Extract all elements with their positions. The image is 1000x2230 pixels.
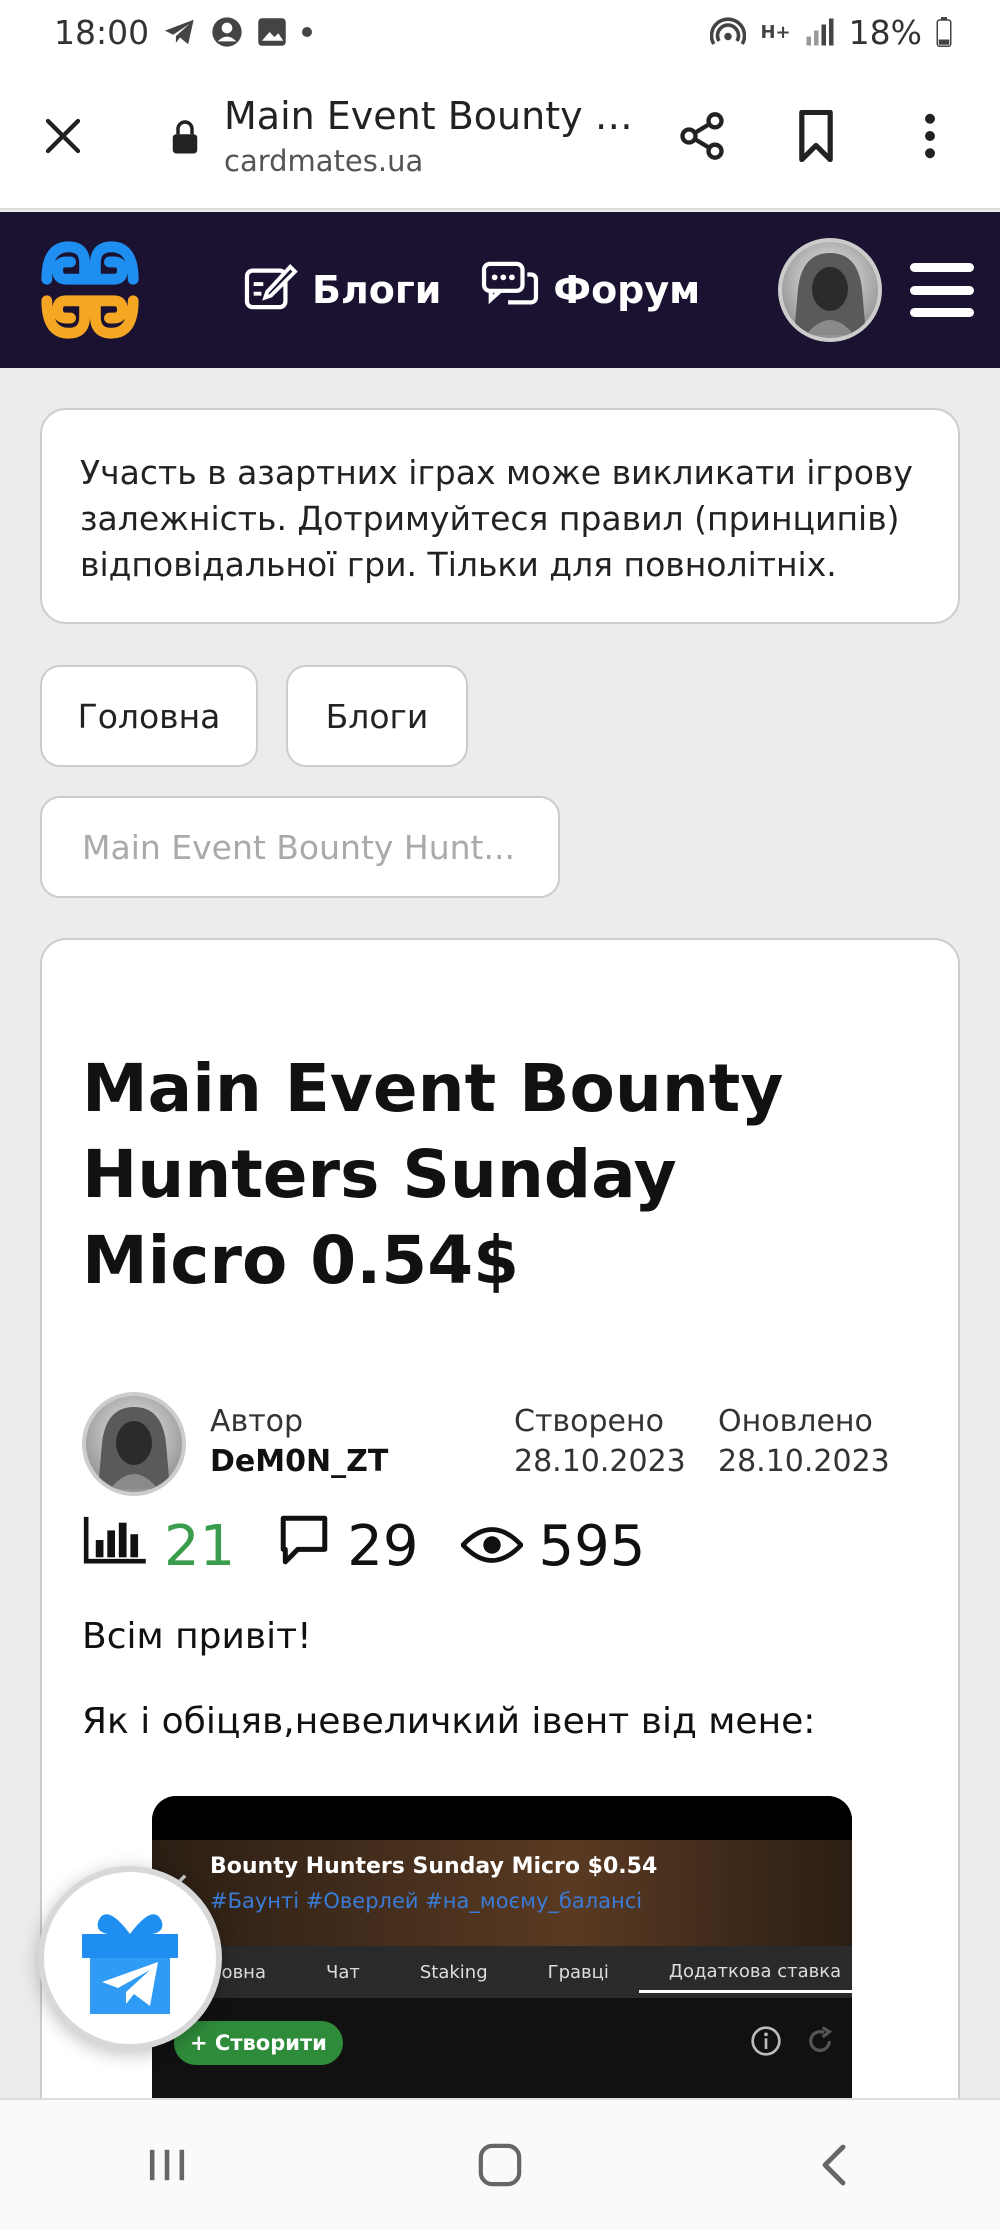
article-title: Main Event Bounty Hunters Sunday Micro 0… <box>82 1050 784 1299</box>
embed-tab-active: Додаткова ставка <box>638 1961 852 1993</box>
embed-tab: Чат <box>325 1961 360 1983</box>
comments-count: 29 <box>347 1513 419 1579</box>
recent-apps-icon[interactable] <box>127 2125 207 2205</box>
updated-label: Оновлено <box>718 1404 873 1439</box>
bookmark-icon[interactable] <box>786 106 846 166</box>
article-meta: Автор DeM0N_ZT Створено 28.10.2023 Оновл… <box>82 1392 918 1496</box>
dot-icon <box>301 26 313 38</box>
created-date: 28.10.2023 <box>514 1444 686 1479</box>
updated-date: 28.10.2023 <box>718 1444 890 1479</box>
battery-icon <box>936 17 952 47</box>
status-bar: 18:00 H+ 18% <box>0 0 1000 64</box>
created-label: Створено <box>514 1404 664 1439</box>
close-icon[interactable] <box>32 105 94 167</box>
browser-toolbar: Main Event Bounty H... cardmates.ua <box>0 64 1000 210</box>
gallery-icon <box>257 17 287 47</box>
article-stats: 21 29 595 <box>82 1512 918 1580</box>
comments-stat[interactable]: 29 <box>277 1512 419 1580</box>
embed-title: Bounty Hunters Sunday Micro $0.54 <box>210 1854 658 1879</box>
author-label: Автор <box>210 1404 304 1439</box>
views-stat: 595 <box>459 1513 646 1579</box>
signal-icon <box>805 18 835 46</box>
embedded-screenshot[interactable]: Bounty Hunters Sunday Micro $0.54 #Баунт… <box>152 1796 852 2116</box>
user-avatar[interactable] <box>778 238 883 342</box>
edit-icon <box>244 261 298 320</box>
embed-tabs: /Головна Чат Staking Гравці Додаткова ст… <box>152 1946 852 1998</box>
author-block: Автор DeM0N_ZT <box>210 1402 514 1482</box>
browser-page-title: Main Event Bounty H... <box>224 94 644 138</box>
telegram-icon <box>163 17 197 47</box>
nav-forum-label: Форум <box>553 268 701 312</box>
hamburger-menu-icon[interactable] <box>910 263 975 317</box>
author-avatar[interactable] <box>82 1392 186 1496</box>
nav-forum[interactable]: Форум <box>481 261 700 320</box>
nav-blogs-label: Блоги <box>312 268 442 312</box>
bar-chart-icon <box>82 1514 148 1579</box>
rating-value: 21 <box>164 1513 236 1579</box>
url-display[interactable]: Main Event Bounty H... cardmates.ua <box>224 94 644 178</box>
chat-bubbles-icon <box>481 261 539 320</box>
embed-tab: Гравці <box>547 1961 609 1983</box>
site-header: Блоги Форум <box>0 212 1000 368</box>
home-icon[interactable] <box>460 2125 540 2205</box>
breadcrumb-blogs[interactable]: Блоги <box>286 665 468 767</box>
account-icon <box>211 16 243 48</box>
article-greeting: Всім привіт! <box>82 1616 312 1657</box>
article-intro: Як і обіцяв,невеличкий івент від мене: <box>82 1701 816 1742</box>
gift-icon <box>82 1914 178 2014</box>
embed-tags: #Баунті #Оверлей #на_моєму_балансі <box>210 1889 643 1913</box>
rating-stat[interactable]: 21 <box>82 1514 235 1579</box>
created-block: Створено 28.10.2023 <box>514 1402 718 1482</box>
breadcrumb-home[interactable]: Головна <box>40 665 258 767</box>
lock-icon <box>168 116 202 156</box>
embed-create-button: + Створити <box>174 2021 343 2065</box>
system-navigation-bar <box>0 2098 1000 2230</box>
responsible-gaming-disclaimer: Участь в азартних іграх може викликати і… <box>40 408 960 624</box>
back-icon[interactable] <box>793 2125 873 2205</box>
cardmates-logo[interactable] <box>36 236 144 344</box>
views-count: 595 <box>538 1513 646 1579</box>
share-icon[interactable] <box>672 106 732 166</box>
comment-icon <box>277 1512 331 1580</box>
nav-blogs[interactable]: Блоги <box>244 261 441 320</box>
refresh-icon <box>804 2025 836 2061</box>
battery-percent: 18% <box>848 12 922 52</box>
network-type: H+ <box>760 21 791 43</box>
breadcrumb-current: Main Event Bounty Hunt... <box>40 796 560 898</box>
embed-tab: Staking <box>419 1961 488 1983</box>
status-time: 18:00 <box>54 12 150 52</box>
author-name[interactable]: DeM0N_ZT <box>210 1442 514 1482</box>
eye-icon <box>459 1514 524 1579</box>
more-menu-icon[interactable] <box>900 106 960 166</box>
hotspot-icon <box>710 17 747 47</box>
browser-domain: cardmates.ua <box>224 144 424 178</box>
info-icon <box>750 2025 782 2061</box>
gift-telegram-button[interactable] <box>38 1866 222 2050</box>
updated-block: Оновлено 28.10.2023 <box>718 1402 918 1482</box>
embed-header: Bounty Hunters Sunday Micro $0.54 #Баунт… <box>152 1840 852 1946</box>
